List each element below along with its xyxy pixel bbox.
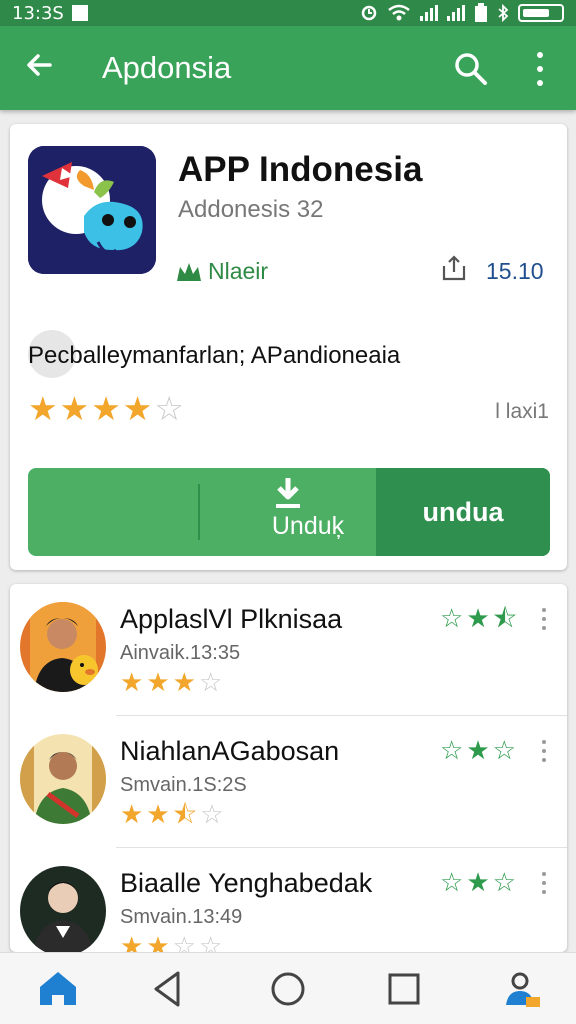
avatar-image bbox=[20, 866, 106, 952]
more-vert-icon[interactable] bbox=[528, 52, 552, 86]
app-rating-stars: ★ ★ ★ ★ ☆ bbox=[28, 392, 184, 425]
review-green-stars: ☆ ★ ⯪ bbox=[440, 606, 517, 632]
reviewer-name: NiahlanAGabosan bbox=[120, 736, 340, 766]
avatar-image bbox=[20, 734, 106, 824]
green-star-icon: ☆ bbox=[440, 736, 464, 766]
editors-choice-label: Nlaeir bbox=[208, 258, 269, 284]
review-item[interactable]: ApplaslVl Plknisaa Ainvaik.13:35 ★ ★ ★ ☆ ☆ ★… bbox=[10, 584, 567, 716]
green-star-icon: ☆ bbox=[440, 604, 464, 634]
bluetooth-icon bbox=[498, 4, 509, 22]
back-button[interactable] bbox=[0, 50, 78, 86]
share-icon[interactable] bbox=[440, 254, 468, 282]
star-icon: ★ bbox=[172, 668, 196, 698]
review-date: Smvain.1S:2S bbox=[120, 774, 247, 796]
star-icon: ☆ bbox=[198, 932, 223, 952]
avatar[interactable] bbox=[20, 734, 106, 824]
star-icon: ⯪ bbox=[172, 800, 198, 830]
green-star-icon: ★ bbox=[466, 604, 490, 634]
reviews-card: ApplaslVl Plknisaa Ainvaik.13:35 ★ ★ ★ ☆ ☆ ★… bbox=[10, 584, 567, 952]
star-icon: ★ bbox=[146, 668, 170, 698]
battery-icon bbox=[518, 4, 564, 22]
avatar-image bbox=[20, 602, 106, 692]
home-icon[interactable] bbox=[36, 967, 80, 1011]
avatar[interactable] bbox=[20, 866, 106, 952]
green-star-icon: ★ bbox=[466, 736, 490, 766]
app-description: Pecballeymanfarlan; APandioneaia bbox=[28, 342, 401, 369]
star-icon: ★ bbox=[146, 800, 170, 830]
recents-icon[interactable] bbox=[382, 967, 426, 1011]
review-date: Ainvaik.13:35 bbox=[120, 642, 241, 664]
editors-choice-badge: Nlaeir bbox=[176, 258, 268, 285]
rating-count: l laxi1 bbox=[495, 400, 549, 423]
avatar[interactable] bbox=[20, 602, 106, 692]
status-bar: 13:3S bbox=[0, 0, 576, 26]
more-vert-icon[interactable] bbox=[540, 608, 548, 630]
star-icon: ☆ bbox=[198, 668, 223, 698]
star-icon: ★ bbox=[59, 389, 90, 428]
secondary-download-button[interactable]: undua bbox=[376, 468, 550, 556]
app-logo-icon bbox=[28, 146, 156, 274]
star-icon: ★ bbox=[91, 389, 121, 428]
star-icon: ☆ bbox=[154, 389, 184, 428]
app-icon[interactable] bbox=[28, 146, 156, 274]
review-green-stars: ☆ ★ ☆ bbox=[440, 738, 516, 764]
green-star-icon: ☆ bbox=[440, 868, 464, 898]
review-item[interactable]: NiahlanAGabosan Smvain.1S:2S ★ ★ ⯪ ☆ ☆ ★ ☆ bbox=[10, 716, 567, 848]
review-item[interactable]: Biaalle Yenghabedak Smvain.13:49 ★ ★ ☆ ☆ ☆ ★… bbox=[10, 848, 567, 952]
profile-icon[interactable] bbox=[500, 967, 544, 1011]
download-icon bbox=[276, 478, 300, 508]
status-time: 13:3S bbox=[12, 2, 64, 24]
green-star-icon: ★ bbox=[466, 868, 490, 898]
green-star-icon: ☆ bbox=[492, 868, 516, 898]
back-nav-icon[interactable] bbox=[146, 967, 190, 1011]
signal-icon bbox=[420, 5, 438, 21]
star-icon: ☆ bbox=[200, 800, 224, 830]
install-button[interactable]: Unduķ undua bbox=[28, 468, 550, 556]
star-icon: ★ bbox=[146, 932, 170, 952]
app-name: APP Indonesia bbox=[178, 150, 423, 189]
home-circle-icon[interactable] bbox=[266, 967, 310, 1011]
battery-saver-icon bbox=[475, 3, 487, 22]
reviewer-name: Biaalle Yenghabedak bbox=[120, 868, 373, 898]
review-stars: ★ ★ ☆ ☆ bbox=[120, 934, 222, 952]
star-icon: ★ bbox=[28, 389, 58, 428]
app-size: 15.10 bbox=[486, 258, 544, 284]
review-date: Smvain.13:49 bbox=[120, 906, 243, 928]
signal-2-icon bbox=[447, 5, 465, 21]
page-title: Apdonsia bbox=[102, 50, 232, 85]
review-green-stars: ☆ ★ ☆ bbox=[440, 870, 516, 896]
search-icon[interactable] bbox=[452, 50, 490, 88]
app-bar: Apdonsia bbox=[0, 26, 576, 110]
app-detail-card: APP Indonesia Addonesis 32 Nlaeir 15.10 … bbox=[10, 124, 567, 570]
app-developer[interactable]: Addonesis 32 bbox=[178, 196, 323, 224]
more-vert-icon[interactable] bbox=[540, 872, 548, 894]
editors-choice-icon bbox=[177, 262, 201, 281]
more-vert-icon[interactable] bbox=[540, 740, 548, 762]
star-icon: ★ bbox=[120, 932, 144, 952]
star-icon: ★ bbox=[122, 389, 153, 428]
wifi-icon bbox=[388, 4, 410, 21]
bottom-nav-bar bbox=[0, 952, 576, 1024]
arrow-left-icon bbox=[27, 54, 52, 76]
notification-icon bbox=[71, 5, 88, 21]
review-stars: ★ ★ ★ ☆ bbox=[120, 670, 222, 696]
green-star-icon: ☆ bbox=[492, 736, 516, 766]
star-icon: ★ bbox=[120, 800, 144, 830]
star-icon: ☆ bbox=[172, 932, 196, 952]
reviewer-name: ApplaslVl Plknisaa bbox=[120, 604, 343, 634]
review-stars: ★ ★ ⯪ ☆ bbox=[120, 802, 224, 828]
install-divider bbox=[198, 484, 200, 540]
star-icon: ★ bbox=[120, 668, 144, 698]
install-button-label: Unduķ bbox=[271, 512, 345, 540]
green-star-icon: ⯪ bbox=[492, 604, 518, 634]
alarm-icon bbox=[361, 5, 377, 21]
